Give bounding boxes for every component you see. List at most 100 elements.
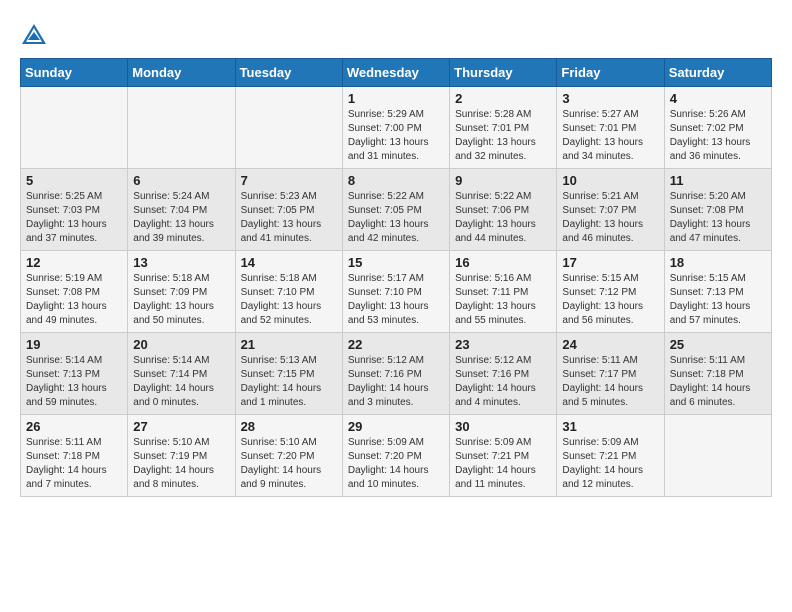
day-number: 15: [348, 255, 444, 270]
day-number: 25: [670, 337, 766, 352]
calendar-cell: 31 Sunrise: 5:09 AM Sunset: 7:21 PM Dayli…: [557, 415, 664, 497]
calendar-cell: 8 Sunrise: 5:22 AM Sunset: 7:05 PM Daylig…: [342, 169, 449, 251]
calendar-table: SundayMondayTuesdayWednesdayThursdayFrid…: [20, 58, 772, 497]
calendar-cell: 14Sunrise: 5:18 AM Sunset: 7:10 PM Dayli…: [235, 251, 342, 333]
weekday-header: Saturday: [664, 59, 771, 87]
day-info: Sunrise: 5:11 AM Sunset: 7:18 PM Dayligh…: [670, 354, 766, 410]
day-info: Sunrise: 5:27 AM Sunset: 7:01 PM Dayligh…: [562, 108, 658, 164]
day-number: 29: [348, 419, 444, 434]
weekday-header: Friday: [557, 59, 664, 87]
day-info: Sunrise: 5:26 AM Sunset: 7:02 PM Dayligh…: [670, 108, 766, 164]
logo-icon: [20, 20, 48, 48]
day-number: 4: [670, 91, 766, 106]
calendar-cell: 11 Sunrise: 5:20 AM Sunset: 7:08 PM Dayli…: [664, 169, 771, 251]
calendar-week-row: 26 Sunrise: 5:11 AM Sunset: 7:18 PM Dayli…: [21, 415, 772, 497]
day-info: Sunrise: 5:16 AM Sunset: 7:11 PM Dayligh…: [455, 272, 551, 328]
day-info: Sunrise: 5:28 AM Sunset: 7:01 PM Dayligh…: [455, 108, 551, 164]
day-info: Sunrise: 5:15 AM Sunset: 7:12 PM Dayligh…: [562, 272, 658, 328]
calendar-cell: 23Sunrise: 5:12 AM Sunset: 7:16 PM Dayli…: [450, 333, 557, 415]
calendar-cell: [128, 87, 235, 169]
day-info: Sunrise: 5:12 AM Sunset: 7:16 PM Dayligh…: [348, 354, 444, 410]
weekday-header: Thursday: [450, 59, 557, 87]
calendar-cell: 2Sunrise: 5:28 AM Sunset: 7:01 PM Daylig…: [450, 87, 557, 169]
weekday-header: Monday: [128, 59, 235, 87]
day-number: 12: [26, 255, 122, 270]
day-number: 24: [562, 337, 658, 352]
calendar-week-row: 12 Sunrise: 5:19 AM Sunset: 7:08 PM Dayli…: [21, 251, 772, 333]
day-info: Sunrise: 5:09 AM Sunset: 7:21 PM Dayligh…: [562, 436, 658, 492]
weekday-header: Sunday: [21, 59, 128, 87]
calendar-cell: [21, 87, 128, 169]
calendar-cell: 3 Sunrise: 5:27 AM Sunset: 7:01 PM Daylig…: [557, 87, 664, 169]
weekday-header: Tuesday: [235, 59, 342, 87]
calendar-cell: 9Sunrise: 5:22 AM Sunset: 7:06 PM Daylig…: [450, 169, 557, 251]
day-info: Sunrise: 5:13 AM Sunset: 7:15 PM Dayligh…: [241, 354, 337, 410]
day-info: Sunrise: 5:18 AM Sunset: 7:09 PM Dayligh…: [133, 272, 229, 328]
calendar-cell: 27Sunrise: 5:10 AM Sunset: 7:19 PM Dayli…: [128, 415, 235, 497]
calendar-cell: 1 Sunrise: 5:29 AM Sunset: 7:00 PM Daylig…: [342, 87, 449, 169]
calendar-cell: 18 Sunrise: 5:15 AM Sunset: 7:13 PM Dayli…: [664, 251, 771, 333]
calendar-cell: 16 Sunrise: 5:16 AM Sunset: 7:11 PM Dayli…: [450, 251, 557, 333]
day-info: Sunrise: 5:17 AM Sunset: 7:10 PM Dayligh…: [348, 272, 444, 328]
header: [20, 20, 772, 48]
day-number: 1: [348, 91, 444, 106]
calendar-cell: 21 Sunrise: 5:13 AM Sunset: 7:15 PM Dayli…: [235, 333, 342, 415]
day-number: 10: [562, 173, 658, 188]
day-number: 16: [455, 255, 551, 270]
calendar-cell: 25 Sunrise: 5:11 AM Sunset: 7:18 PM Dayli…: [664, 333, 771, 415]
weekday-row: SundayMondayTuesdayWednesdayThursdayFrid…: [21, 59, 772, 87]
day-info: Sunrise: 5:14 AM Sunset: 7:13 PM Dayligh…: [26, 354, 122, 410]
calendar-cell: 6Sunrise: 5:24 AM Sunset: 7:04 PM Daylig…: [128, 169, 235, 251]
calendar-cell: 29 Sunrise: 5:09 AM Sunset: 7:20 PM Dayli…: [342, 415, 449, 497]
day-number: 30: [455, 419, 551, 434]
calendar-week-row: 19 Sunrise: 5:14 AM Sunset: 7:13 PM Dayli…: [21, 333, 772, 415]
day-number: 20: [133, 337, 229, 352]
day-number: 26: [26, 419, 122, 434]
calendar-cell: 13 Sunrise: 5:18 AM Sunset: 7:09 PM Dayli…: [128, 251, 235, 333]
calendar-cell: 19 Sunrise: 5:14 AM Sunset: 7:13 PM Dayli…: [21, 333, 128, 415]
day-info: Sunrise: 5:22 AM Sunset: 7:05 PM Dayligh…: [348, 190, 444, 246]
day-info: Sunrise: 5:18 AM Sunset: 7:10 PM Dayligh…: [241, 272, 337, 328]
day-info: Sunrise: 5:10 AM Sunset: 7:20 PM Dayligh…: [241, 436, 337, 492]
day-number: 17: [562, 255, 658, 270]
day-info: Sunrise: 5:09 AM Sunset: 7:20 PM Dayligh…: [348, 436, 444, 492]
day-number: 21: [241, 337, 337, 352]
day-info: Sunrise: 5:10 AM Sunset: 7:19 PM Dayligh…: [133, 436, 229, 492]
day-info: Sunrise: 5:29 AM Sunset: 7:00 PM Dayligh…: [348, 108, 444, 164]
calendar-cell: 22 Sunrise: 5:12 AM Sunset: 7:16 PM Dayli…: [342, 333, 449, 415]
day-number: 18: [670, 255, 766, 270]
calendar-cell: 4 Sunrise: 5:26 AM Sunset: 7:02 PM Daylig…: [664, 87, 771, 169]
day-info: Sunrise: 5:11 AM Sunset: 7:17 PM Dayligh…: [562, 354, 658, 410]
day-number: 31: [562, 419, 658, 434]
calendar-cell: [664, 415, 771, 497]
calendar-body: 1 Sunrise: 5:29 AM Sunset: 7:00 PM Daylig…: [21, 87, 772, 497]
calendar-cell: 17 Sunrise: 5:15 AM Sunset: 7:12 PM Dayli…: [557, 251, 664, 333]
calendar-cell: 15 Sunrise: 5:17 AM Sunset: 7:10 PM Dayli…: [342, 251, 449, 333]
day-info: Sunrise: 5:25 AM Sunset: 7:03 PM Dayligh…: [26, 190, 122, 246]
calendar-cell: [235, 87, 342, 169]
day-info: Sunrise: 5:20 AM Sunset: 7:08 PM Dayligh…: [670, 190, 766, 246]
calendar-cell: 24 Sunrise: 5:11 AM Sunset: 7:17 PM Dayli…: [557, 333, 664, 415]
day-info: Sunrise: 5:12 AM Sunset: 7:16 PM Dayligh…: [455, 354, 551, 410]
calendar-cell: 12 Sunrise: 5:19 AM Sunset: 7:08 PM Dayli…: [21, 251, 128, 333]
day-number: 9: [455, 173, 551, 188]
calendar-cell: 26 Sunrise: 5:11 AM Sunset: 7:18 PM Dayli…: [21, 415, 128, 497]
day-number: 3: [562, 91, 658, 106]
calendar-cell: 10Sunrise: 5:21 AM Sunset: 7:07 PM Dayli…: [557, 169, 664, 251]
day-info: Sunrise: 5:11 AM Sunset: 7:18 PM Dayligh…: [26, 436, 122, 492]
day-info: Sunrise: 5:15 AM Sunset: 7:13 PM Dayligh…: [670, 272, 766, 328]
weekday-header: Wednesday: [342, 59, 449, 87]
day-number: 22: [348, 337, 444, 352]
calendar-cell: 7Sunrise: 5:23 AM Sunset: 7:05 PM Daylig…: [235, 169, 342, 251]
day-number: 19: [26, 337, 122, 352]
day-number: 5: [26, 173, 122, 188]
day-number: 8: [348, 173, 444, 188]
calendar-week-row: 5 Sunrise: 5:25 AM Sunset: 7:03 PM Daylig…: [21, 169, 772, 251]
day-number: 11: [670, 173, 766, 188]
day-info: Sunrise: 5:09 AM Sunset: 7:21 PM Dayligh…: [455, 436, 551, 492]
calendar-header: SundayMondayTuesdayWednesdayThursdayFrid…: [21, 59, 772, 87]
day-info: Sunrise: 5:19 AM Sunset: 7:08 PM Dayligh…: [26, 272, 122, 328]
day-number: 6: [133, 173, 229, 188]
day-info: Sunrise: 5:14 AM Sunset: 7:14 PM Dayligh…: [133, 354, 229, 410]
day-number: 13: [133, 255, 229, 270]
